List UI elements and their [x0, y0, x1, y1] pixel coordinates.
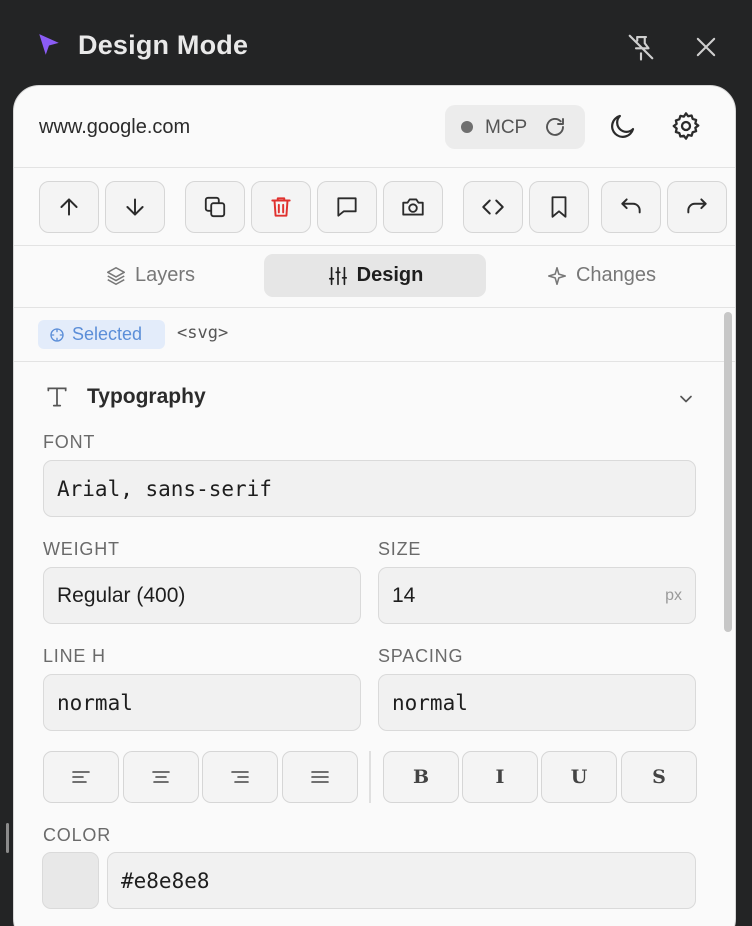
- align-left-button[interactable]: [43, 751, 119, 803]
- sparkle-icon: [547, 266, 566, 285]
- moon-icon[interactable]: [608, 111, 638, 141]
- trash-icon: [271, 197, 291, 217]
- weight-label: WEIGHT: [43, 539, 120, 559]
- section-title: Typography: [87, 385, 206, 408]
- cursor-icon: [39, 34, 59, 55]
- code-button[interactable]: [463, 181, 523, 233]
- selected-badge-label: Selected: [72, 324, 143, 344]
- mcp-status-button[interactable]: MCP: [445, 105, 585, 149]
- tab-layers[interactable]: Layers: [39, 254, 261, 297]
- camera-icon: [402, 198, 424, 216]
- tab-changes[interactable]: Changes: [490, 254, 712, 297]
- bookmark-icon: [551, 196, 567, 218]
- page-url: www.google.com: [39, 116, 191, 138]
- comment-icon: [337, 197, 357, 217]
- title-bar: Design Mode: [0, 0, 752, 88]
- redo-button[interactable]: [667, 181, 727, 233]
- font-input[interactable]: Arial, sans-serif: [43, 460, 696, 517]
- italic-button[interactable]: I: [462, 751, 538, 803]
- duplicate-button[interactable]: [185, 181, 245, 233]
- redo-icon: [687, 198, 707, 214]
- duplicate-icon: [204, 196, 226, 218]
- align-left-icon: [72, 771, 90, 783]
- align-center-icon: [152, 771, 170, 783]
- undo-icon: [621, 198, 641, 214]
- size-value: 14: [392, 583, 416, 607]
- refresh-icon[interactable]: [543, 115, 567, 139]
- close-icon[interactable]: [692, 33, 720, 61]
- color-value: #e8e8e8: [121, 868, 210, 893]
- sliders-icon: [328, 266, 347, 285]
- layers-icon: [106, 266, 126, 285]
- design-panel: www.google.com MCP Layers Design Changes…: [13, 85, 736, 926]
- size-label: SIZE: [378, 539, 422, 559]
- underline-button[interactable]: U: [541, 751, 617, 803]
- weight-select[interactable]: Regular (400): [43, 567, 361, 624]
- size-unit: px: [665, 587, 682, 604]
- panel-tabs: Layers Design Changes: [14, 246, 735, 308]
- bold-button[interactable]: B: [383, 751, 459, 803]
- gear-icon[interactable]: [670, 110, 702, 142]
- selected-element-tag: <svg>: [177, 323, 229, 343]
- screenshot-button[interactable]: [383, 181, 443, 233]
- color-input[interactable]: #e8e8e8: [107, 852, 696, 909]
- color-label: COLOR: [43, 825, 112, 845]
- code-icon: [482, 199, 504, 215]
- line-height-value: normal: [57, 690, 133, 715]
- line-height-input[interactable]: normal: [43, 674, 361, 731]
- spacing-label: SPACING: [378, 646, 464, 666]
- bookmark-button[interactable]: [529, 181, 589, 233]
- tab-design-label: Design: [356, 264, 424, 286]
- mcp-status-dot: [461, 121, 473, 133]
- arrow-up-icon: [60, 198, 78, 216]
- size-input[interactable]: 14 px: [378, 567, 696, 624]
- type-icon: [47, 387, 67, 407]
- comment-button[interactable]: [317, 181, 377, 233]
- app-title: Design Mode: [78, 30, 249, 60]
- tab-changes-label: Changes: [575, 264, 657, 286]
- undo-button[interactable]: [601, 181, 661, 233]
- selection-breadcrumb: Selected <svg>: [14, 308, 735, 362]
- align-justify-button[interactable]: [282, 751, 358, 803]
- arrow-down-icon: [126, 198, 144, 216]
- typography-section-header[interactable]: Typography: [14, 363, 735, 429]
- mcp-label: MCP: [485, 117, 528, 138]
- color-swatch[interactable]: [42, 852, 99, 909]
- element-toolbar: [14, 168, 735, 246]
- weight-value: Regular (400): [57, 583, 186, 607]
- chevron-down-icon[interactable]: [676, 389, 696, 409]
- spacing-value: normal: [392, 690, 468, 715]
- move-down-button[interactable]: [105, 181, 165, 233]
- url-bar: www.google.com MCP: [14, 86, 735, 168]
- line-height-label: LINE H: [43, 646, 106, 666]
- align-justify-icon: [311, 771, 329, 783]
- selected-badge: Selected: [38, 320, 165, 349]
- crosshair-icon: [50, 327, 64, 342]
- spacing-input[interactable]: normal: [378, 674, 696, 731]
- align-right-icon: [231, 771, 249, 783]
- move-up-button[interactable]: [39, 181, 99, 233]
- tab-layers-label: Layers: [134, 264, 196, 286]
- unpin-icon[interactable]: [626, 32, 656, 62]
- font-label: FONT: [43, 432, 96, 452]
- delete-button[interactable]: [251, 181, 311, 233]
- align-center-button[interactable]: [123, 751, 199, 803]
- resize-handle[interactable]: [6, 823, 9, 853]
- font-value: Arial, sans-serif: [57, 476, 272, 501]
- align-right-button[interactable]: [202, 751, 278, 803]
- strikethrough-button[interactable]: S: [621, 751, 697, 803]
- tab-design[interactable]: Design: [264, 254, 486, 297]
- divider: [369, 751, 371, 803]
- scrollbar[interactable]: [724, 312, 732, 632]
